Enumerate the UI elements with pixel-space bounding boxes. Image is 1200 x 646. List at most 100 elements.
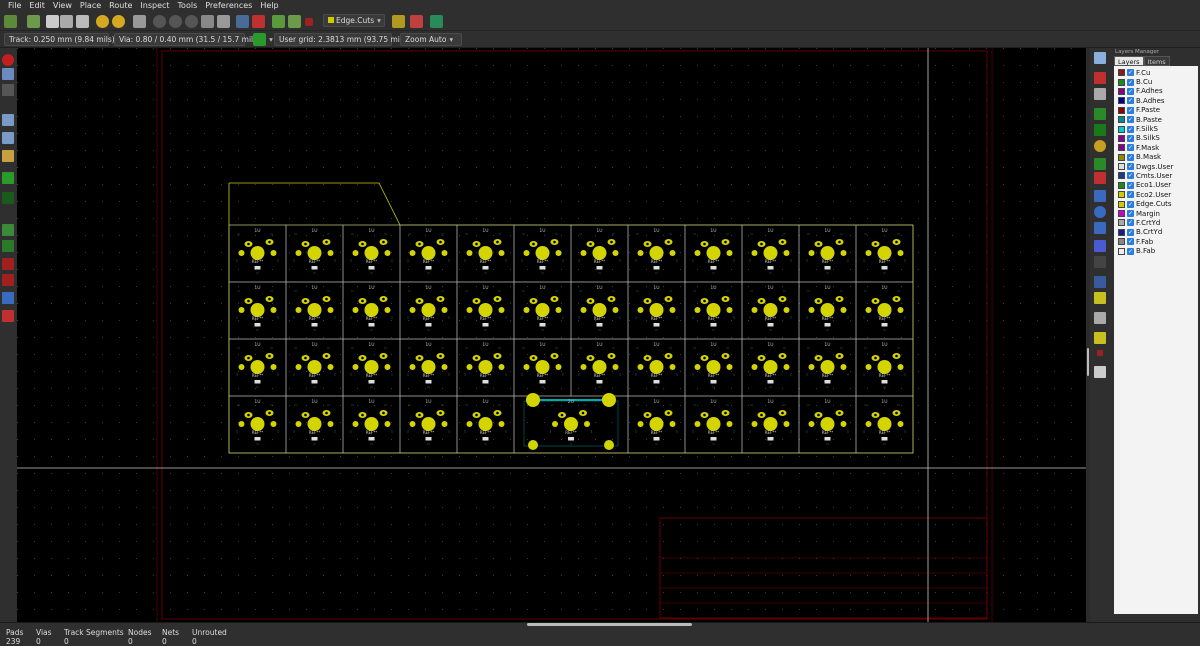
- add-via-icon[interactable]: [1094, 140, 1106, 152]
- zone-outline-icon[interactable]: [2, 240, 14, 252]
- new-board-icon[interactable]: [4, 15, 17, 28]
- layer-visibility-checkbox[interactable]: ✓: [1127, 116, 1134, 124]
- layer-row[interactable]: ✓ B.SilkS: [1114, 134, 1198, 143]
- layer-row[interactable]: ✓ B.Mask: [1114, 153, 1198, 162]
- curved-ratsnest-icon[interactable]: [2, 192, 14, 204]
- layer-visibility-checkbox[interactable]: ✓: [1127, 87, 1134, 95]
- layer-color-swatch[interactable]: [1118, 200, 1125, 208]
- tab-items[interactable]: Items: [1143, 56, 1170, 66]
- grid-select[interactable]: User grid: 2.3813 mm (93.75 mils)▾: [274, 33, 416, 46]
- add-circle-icon[interactable]: [1094, 206, 1106, 218]
- redo-icon[interactable]: [112, 15, 125, 28]
- units-inch-icon[interactable]: [2, 132, 14, 144]
- measure-icon[interactable]: [1094, 366, 1106, 378]
- highlight-net-icon[interactable]: [1094, 72, 1106, 84]
- add-footprint-icon[interactable]: [1094, 108, 1106, 120]
- zone-fill-icon[interactable]: [2, 224, 14, 236]
- select-tool-icon[interactable]: [1094, 52, 1106, 64]
- menu-edit[interactable]: Edit: [25, 0, 49, 11]
- scripting-icon[interactable]: [305, 18, 313, 26]
- menu-place[interactable]: Place: [76, 0, 105, 11]
- layer-visibility-checkbox[interactable]: ✓: [1127, 125, 1134, 133]
- layer-row[interactable]: ✓ Cmts.User: [1114, 171, 1198, 180]
- add-text-icon[interactable]: [1094, 256, 1106, 268]
- layer-row[interactable]: ✓ B.Cu: [1114, 77, 1198, 86]
- layer-row[interactable]: ✓ Eco2.User: [1114, 190, 1198, 199]
- layer-visibility-checkbox[interactable]: ✓: [1127, 191, 1134, 199]
- zoom-in-icon[interactable]: [169, 15, 182, 28]
- layer-row[interactable]: ✓ Edge.Cuts: [1114, 199, 1198, 208]
- high-contrast-icon[interactable]: [2, 292, 14, 304]
- layer-visibility-checkbox[interactable]: ✓: [1127, 106, 1134, 114]
- layer-visibility-checkbox[interactable]: ✓: [1127, 172, 1134, 180]
- menu-preferences[interactable]: Preferences: [201, 0, 256, 11]
- via-size-select[interactable]: Via: 0.80 / 0.40 mm (31.5 / 15.7 mils) *…: [114, 33, 273, 46]
- layer-visibility-checkbox[interactable]: ✓: [1127, 238, 1134, 246]
- zoom-fit-icon[interactable]: [201, 15, 214, 28]
- find-icon[interactable]: [133, 15, 146, 28]
- layer-color-swatch[interactable]: [1118, 69, 1125, 77]
- drc-icon[interactable]: [252, 15, 265, 28]
- layer-color-swatch[interactable]: [1118, 247, 1125, 255]
- layer-color-swatch[interactable]: [1118, 78, 1125, 86]
- layer-visibility-checkbox[interactable]: ✓: [1127, 97, 1134, 105]
- board-setup-icon[interactable]: [410, 15, 423, 28]
- add-arc-icon[interactable]: [1094, 222, 1106, 234]
- menu-route[interactable]: Route: [105, 0, 136, 11]
- layer-color-swatch[interactable]: [1118, 238, 1125, 246]
- layer-color-swatch[interactable]: [1118, 125, 1125, 133]
- layer-row[interactable]: ✓ Dwgs.User: [1114, 162, 1198, 171]
- layer-visibility-checkbox[interactable]: ✓: [1127, 219, 1134, 227]
- layer-visibility-checkbox[interactable]: ✓: [1127, 78, 1134, 86]
- layer-color-swatch[interactable]: [1118, 106, 1125, 114]
- layer-visibility-checkbox[interactable]: ✓: [1127, 163, 1134, 171]
- layer-row[interactable]: ✓ F.Cu: [1114, 68, 1198, 77]
- layer-color-swatch[interactable]: [1118, 191, 1125, 199]
- grid-origin-icon[interactable]: [1097, 350, 1103, 356]
- refresh-icon[interactable]: [153, 15, 166, 28]
- active-layer-select[interactable]: Edge.Cuts ▾: [323, 14, 385, 27]
- layer-color-swatch[interactable]: [1118, 144, 1125, 152]
- layer-color-swatch[interactable]: [1118, 163, 1125, 171]
- layer-row[interactable]: ✓ F.Paste: [1114, 106, 1198, 115]
- ratsnest-icon[interactable]: [2, 172, 14, 184]
- local-ratsnest-icon[interactable]: [1094, 88, 1106, 100]
- python-console-icon[interactable]: [430, 15, 443, 28]
- zoom-select[interactable]: Zoom Auto ▾: [400, 33, 462, 46]
- layer-row[interactable]: ✓ B.Adhes: [1114, 96, 1198, 105]
- via-sketch-icon[interactable]: [2, 274, 14, 286]
- add-target-icon[interactable]: [1094, 292, 1106, 304]
- netlist-icon[interactable]: [236, 15, 249, 28]
- layer-row[interactable]: ✓ Eco1.User: [1114, 181, 1198, 190]
- layer-visibility-checkbox[interactable]: ✓: [1127, 69, 1134, 77]
- grid-icon[interactable]: [2, 68, 14, 80]
- layer-row[interactable]: ✓ Margin: [1114, 209, 1198, 218]
- layer-visibility-checkbox[interactable]: ✓: [1127, 144, 1134, 152]
- layer-visibility-checkbox[interactable]: ✓: [1127, 247, 1134, 255]
- layer-visibility-checkbox[interactable]: ✓: [1127, 228, 1134, 236]
- layer-color-swatch[interactable]: [1118, 87, 1125, 95]
- menu-tools[interactable]: Tools: [174, 0, 202, 11]
- zoom-selection-icon[interactable]: [217, 15, 230, 28]
- undo-icon[interactable]: [96, 15, 109, 28]
- route-track-icon[interactable]: [1094, 124, 1106, 136]
- layer-visibility-checkbox[interactable]: ✓: [1127, 200, 1134, 208]
- layer-color-swatch[interactable]: [1118, 172, 1125, 180]
- layer-color-swatch[interactable]: [1118, 181, 1125, 189]
- save-icon[interactable]: [46, 15, 59, 28]
- layer-color-swatch[interactable]: [1118, 228, 1125, 236]
- pad-sketch-icon[interactable]: [2, 258, 14, 270]
- layer-row[interactable]: ✓ B.Fab: [1114, 246, 1198, 255]
- layer-pair-icon[interactable]: [392, 15, 405, 28]
- layer-color-swatch[interactable]: [1118, 116, 1125, 124]
- menu-file[interactable]: File: [4, 0, 25, 11]
- add-polygon-icon[interactable]: [1094, 240, 1106, 252]
- add-line-icon[interactable]: [1094, 190, 1106, 202]
- layer-row[interactable]: ✓ F.SilkS: [1114, 124, 1198, 133]
- cursor-shape-icon[interactable]: [2, 150, 14, 162]
- auto-track-width-icon[interactable]: [253, 33, 266, 46]
- drc-off-icon[interactable]: [2, 54, 14, 66]
- delete-icon[interactable]: [1094, 312, 1106, 324]
- polar-coords-icon[interactable]: [2, 84, 14, 96]
- set-origin-icon[interactable]: [1094, 332, 1106, 344]
